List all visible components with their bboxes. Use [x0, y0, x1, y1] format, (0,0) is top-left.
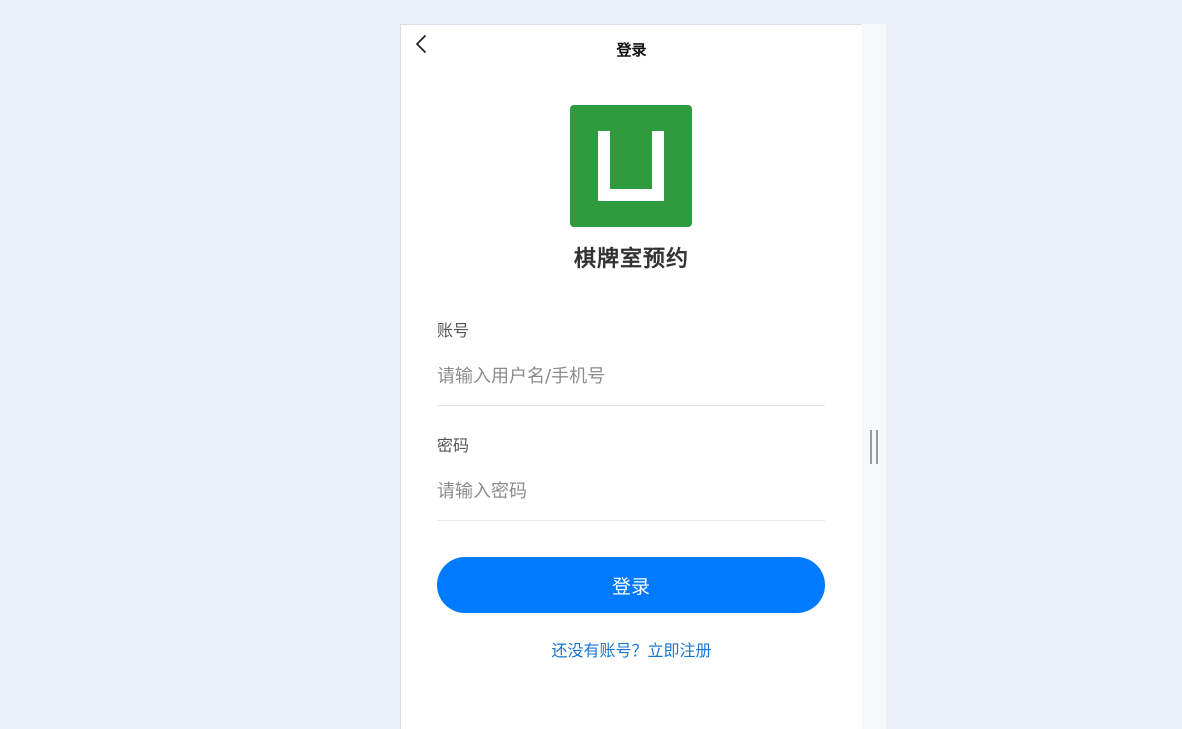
app-logo — [570, 105, 692, 227]
scrollbar-handle[interactable] — [870, 430, 878, 464]
login-button[interactable]: 登录 — [437, 557, 825, 613]
u-shape-logo-icon — [598, 131, 664, 201]
account-input[interactable] — [437, 356, 825, 396]
register-link[interactable]: 还没有账号？立即注册 — [401, 637, 862, 661]
login-page: 登录 棋牌室预约 账号 密码 登录 还没有账号？立即注册 — [400, 24, 862, 729]
password-label: 密码 — [437, 436, 470, 455]
account-divider — [437, 405, 825, 406]
navbar: 登录 — [401, 25, 862, 71]
page-title: 登录 — [616, 41, 647, 59]
app-name: 棋牌室预约 — [573, 247, 689, 272]
password-divider — [437, 520, 825, 521]
scrollbar[interactable] — [862, 24, 886, 729]
account-label: 账号 — [437, 321, 470, 340]
password-input[interactable] — [437, 471, 825, 511]
browser-viewport: 登录 棋牌室预约 账号 密码 登录 还没有账号？立即注册 — [0, 0, 1182, 729]
